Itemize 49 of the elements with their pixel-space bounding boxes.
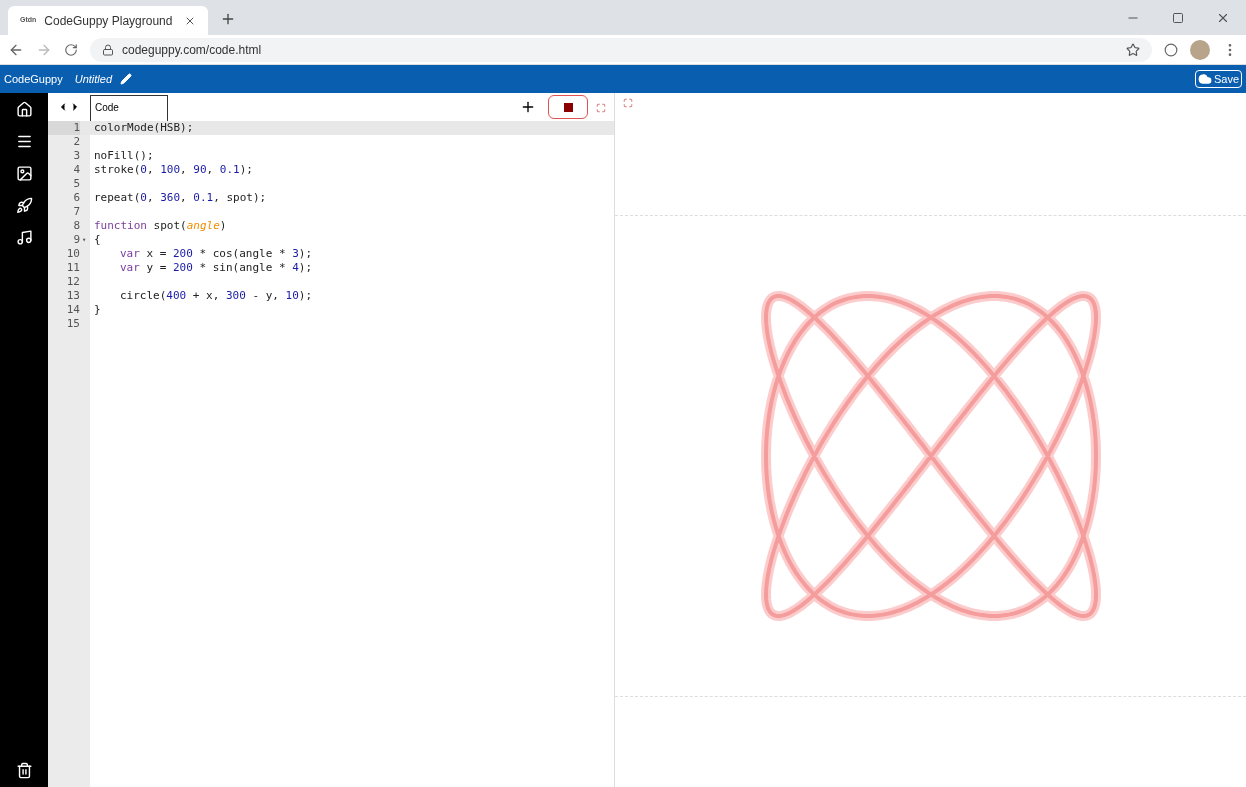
stop-button[interactable]: [548, 95, 588, 119]
line-number: 7: [72, 205, 80, 219]
brand-name[interactable]: CodeGuppy: [4, 70, 63, 88]
new-tab-icon[interactable]: [220, 11, 236, 27]
star-icon[interactable]: [1126, 42, 1140, 57]
line-number: 6: [72, 191, 80, 205]
maximize-icon[interactable]: [1172, 11, 1184, 24]
extension-icon[interactable]: [1164, 42, 1178, 57]
save-button[interactable]: Save: [1194, 69, 1242, 89]
code-tab[interactable]: Code: [90, 95, 168, 121]
code-text: repeat(0, 360, 0.1, spot);: [94, 191, 267, 204]
code-text: circle(400 + x, 300 - y, 10);: [119, 289, 313, 302]
line-number: 13: [65, 289, 80, 303]
home-icon[interactable]: [15, 101, 33, 118]
line-number: 9: [72, 233, 80, 247]
line-number: 10: [65, 247, 80, 261]
rocket-icon[interactable]: [15, 197, 33, 214]
line-number: 15: [65, 317, 80, 331]
code-text: function spot(angle): [94, 219, 227, 232]
menu-icon[interactable]: [15, 133, 33, 150]
url-text: codeguppy.com/code.html: [122, 41, 262, 59]
code-text: noFill();: [94, 149, 154, 162]
code-text: var x = 200 * cos(angle * 3);: [119, 247, 313, 260]
line-number: 2: [72, 135, 80, 149]
line-number: 5: [72, 177, 80, 191]
line-number: 4: [72, 163, 80, 177]
line-number: 1: [48, 121, 80, 135]
line-number: 12: [65, 275, 80, 289]
line-number: 11: [65, 261, 80, 275]
file-title: Untitled: [74, 71, 112, 87]
stop-icon: [563, 102, 573, 112]
reload-icon[interactable]: [64, 42, 78, 57]
cloud-icon: [1197, 72, 1212, 86]
code-text: stroke(0, 100, 90, 0.1);: [94, 163, 253, 176]
line-number: 14: [65, 303, 80, 317]
code-text: }: [94, 303, 101, 316]
address-bar[interactable]: codeguppy.com/code.html: [90, 37, 1152, 62]
image-icon[interactable]: [15, 165, 33, 182]
line-number: 8: [72, 219, 80, 233]
code-text: colorMode(HSB);: [94, 121, 194, 134]
line-number: 3: [72, 149, 80, 163]
lock-icon: [102, 43, 114, 56]
tab-title: CodeGuppy Playground: [44, 12, 173, 30]
trash-icon[interactable]: [15, 762, 33, 779]
pencil-icon[interactable]: [120, 73, 132, 85]
music-icon[interactable]: [15, 229, 33, 246]
add-icon[interactable]: [520, 99, 536, 115]
code-text: {: [94, 233, 101, 246]
code-text: var y = 200 * sin(angle * 4);: [119, 261, 313, 274]
